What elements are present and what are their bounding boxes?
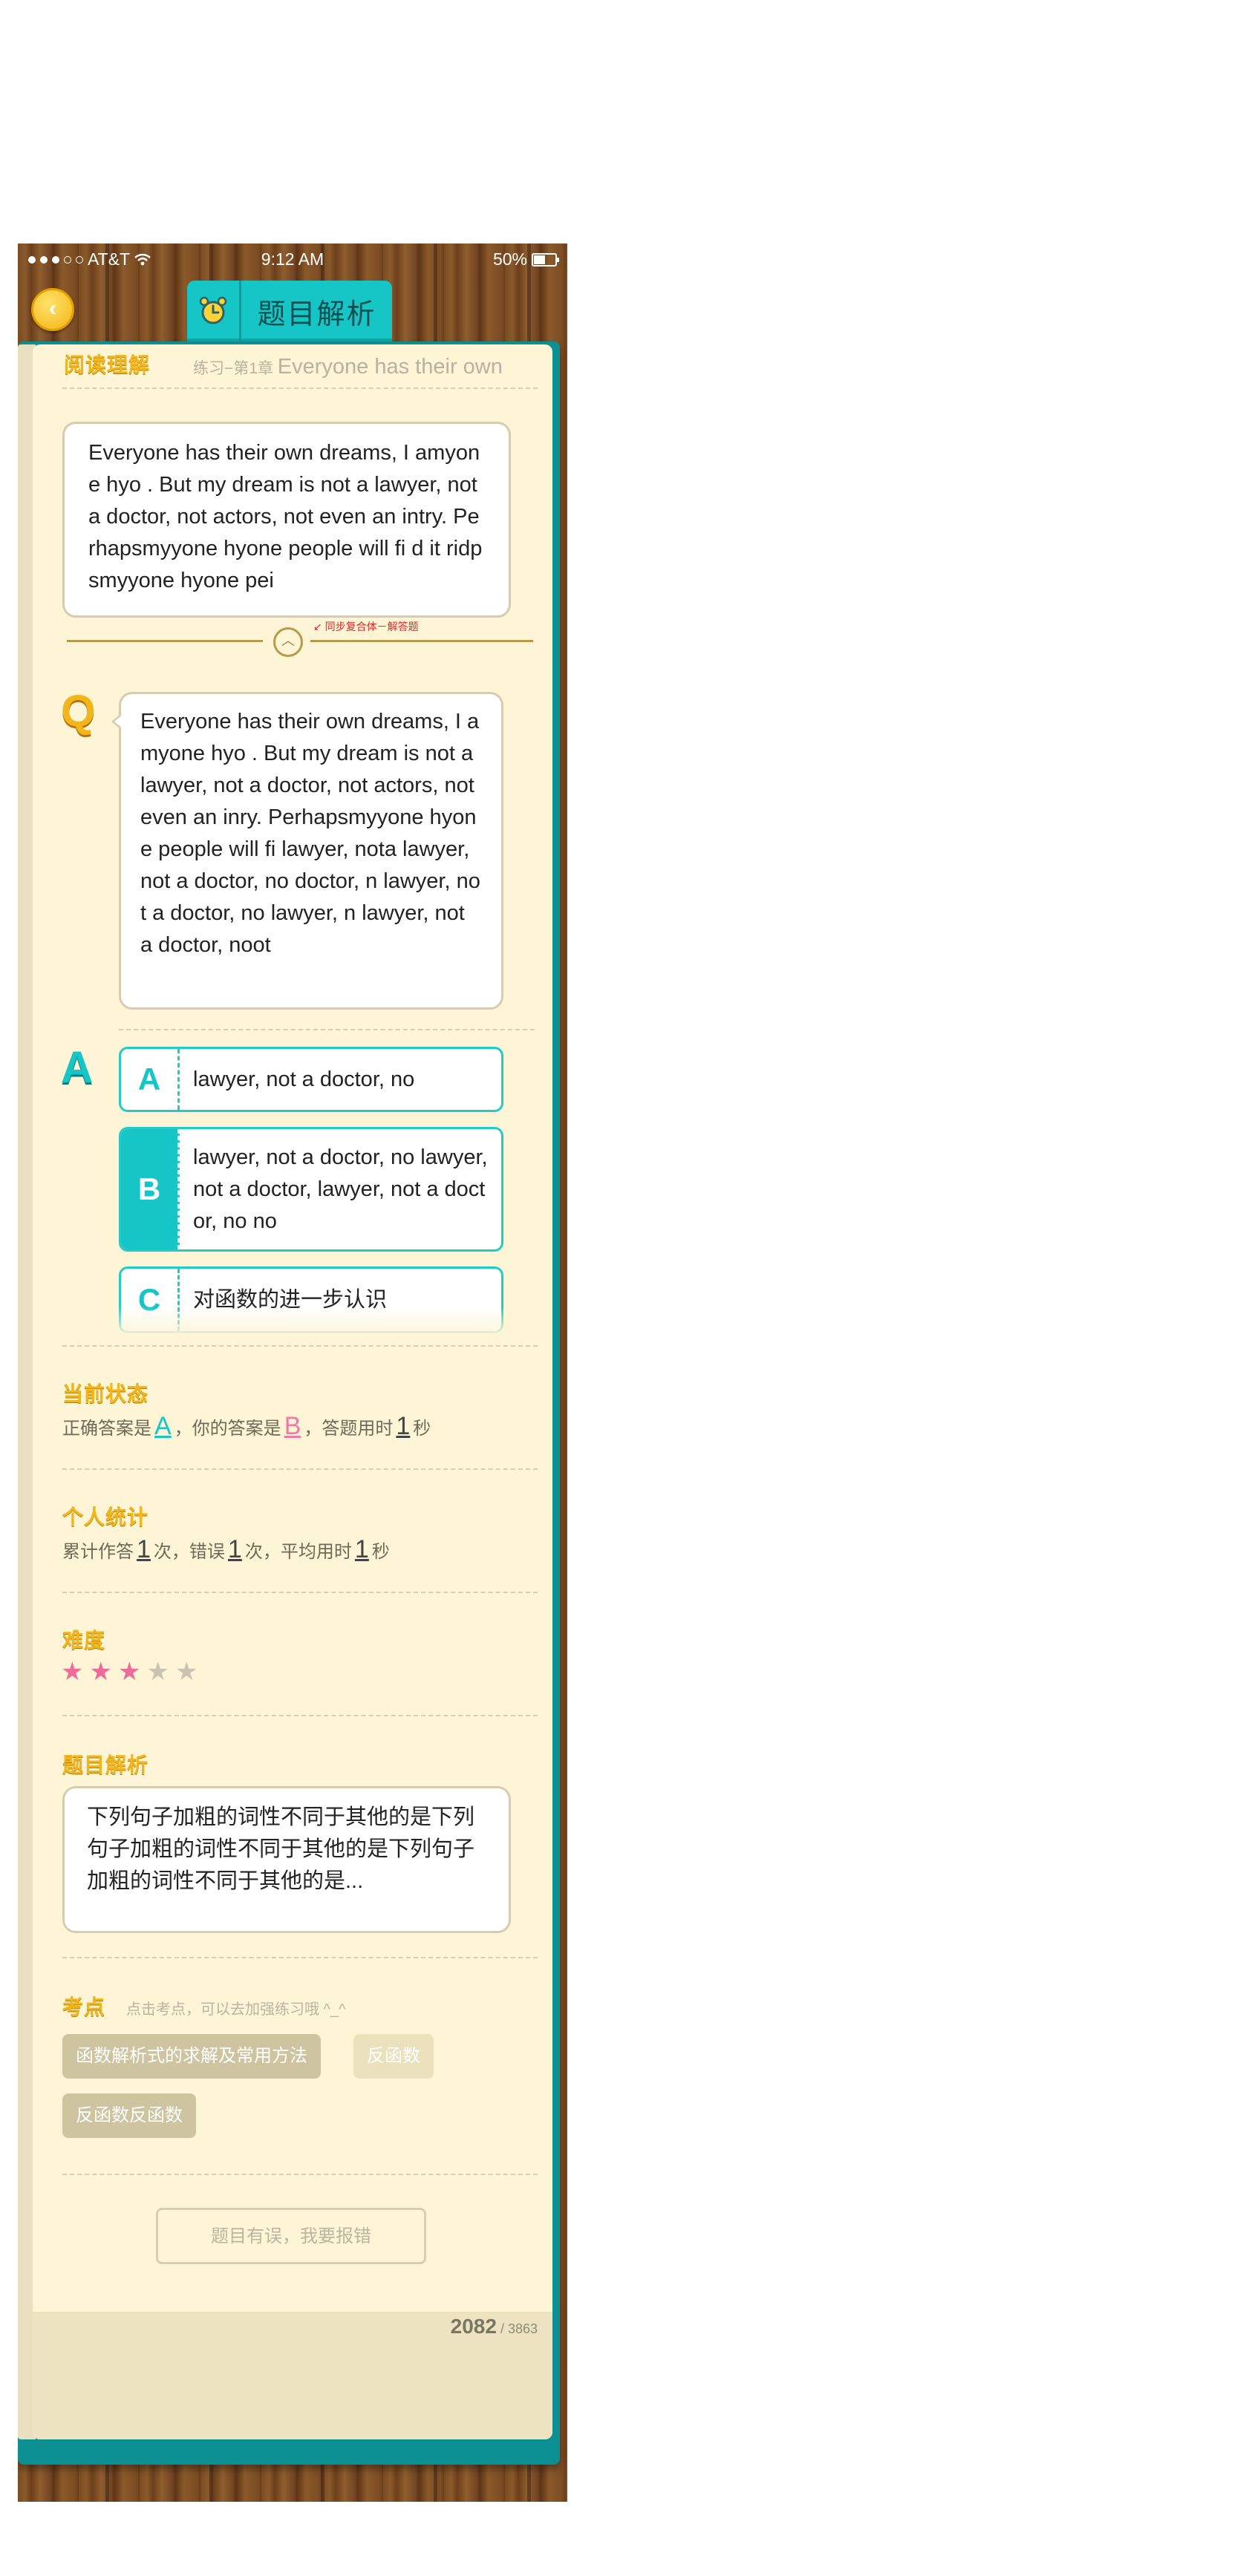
divider — [119, 1029, 535, 1030]
bubble-tip — [114, 715, 123, 728]
stats-text: 次，平均用时 — [244, 1542, 352, 1562]
breadcrumb-article: Everyone has their own — [277, 355, 503, 379]
total-pages: 3863 — [507, 2321, 538, 2336]
status-bar: AT&T 9:12 AM 50% — [18, 243, 567, 273]
divider — [62, 1957, 538, 1958]
point-tag[interactable]: 函数解析式的求解及常用方法 — [62, 2034, 321, 2079]
answer-time: 1 — [396, 1412, 411, 1440]
status-text: 秒 — [413, 1419, 431, 1439]
option-b[interactable]: B lawyer, not a doctor, no lawyer, not a… — [119, 1127, 503, 1252]
report-error-button[interactable]: 题目有误，我要报错 — [156, 2208, 426, 2264]
analysis-section-title: 题目解析 — [62, 1753, 149, 1776]
phone-screen: AT&T 9:12 AM 50% ‹ 题目解析 阅读理解 练习−第1章 Ever… — [18, 243, 567, 2502]
alarm-clock-icon — [187, 281, 241, 341]
breadcrumb: 练习−第1章 Everyone has their own — [193, 355, 503, 379]
collapse-note: ↙ 同步复合体－解答题 — [313, 621, 419, 632]
divider — [62, 1468, 538, 1470]
battery-icon — [532, 252, 559, 267]
title-tab: 题目解析 — [187, 281, 392, 341]
analysis-text: 下列句子加粗的词性不同于其他的是下列句子加粗的词性不同于其他的是下列句子加粗的词… — [62, 1786, 511, 1933]
option-letter: B — [121, 1129, 180, 1249]
star-empty-icon: ★ — [146, 1658, 169, 1686]
fade-overlay — [114, 1307, 508, 1336]
divider — [62, 388, 538, 389]
your-answer: B — [284, 1412, 301, 1440]
collapse-button[interactable]: ︿ — [273, 627, 303, 657]
correct-answer: A — [154, 1412, 172, 1440]
status-text: ，答题用时 — [304, 1419, 394, 1439]
stats-text: 秒 — [371, 1542, 390, 1562]
status-line: 正确答案是 A ，你的答案是 B ，答题用时 1 秒 — [62, 1412, 431, 1441]
total-answers: 1 — [137, 1535, 151, 1563]
point-tag[interactable]: 反函数 — [353, 2034, 434, 2079]
option-text: lawyer, not a doctor, no lawyer, not a d… — [193, 1145, 488, 1233]
question-label: Q — [61, 686, 96, 736]
star-empty-icon: ★ — [174, 1658, 198, 1686]
option-a[interactable]: A lawyer, not a doctor, no — [119, 1047, 503, 1112]
back-button[interactable]: ‹ — [31, 288, 74, 331]
stats-line: 累计作答 1 次，错误 1 次，平均用时 1 秒 — [62, 1535, 390, 1564]
divider — [310, 640, 533, 642]
clock: 9:12 AM — [261, 249, 324, 269]
option-text: lawyer, not a doctor, no — [193, 1067, 415, 1091]
chevron-up-icon: ︿ — [281, 633, 295, 648]
average-time: 1 — [354, 1535, 369, 1563]
star-filled-icon: ★ — [61, 1658, 84, 1686]
divider — [62, 1345, 538, 1347]
option-letter: A — [121, 1049, 180, 1110]
difficulty-section-title: 难度 — [62, 1629, 106, 1652]
reading-section-title: 阅读理解 — [64, 353, 151, 376]
stats-section-title: 个人统计 — [62, 1506, 149, 1529]
stats-text: 次，错误 — [153, 1542, 225, 1562]
breadcrumb-chapter: 练习−第1章 — [193, 360, 273, 377]
page-counter: 2082 / 3863 — [450, 2315, 538, 2338]
status-section-title: 当前状态 — [62, 1382, 149, 1405]
point-tag[interactable]: 反函数反函数 — [62, 2093, 196, 2138]
battery-percent: 50% — [492, 249, 527, 269]
points-hint: 点击考点，可以去加强练习哦 ^_^ — [126, 2001, 346, 2018]
page-title: 题目解析 — [257, 298, 376, 330]
wrong-count: 1 — [227, 1535, 242, 1563]
question-text: Everyone has their own dreams, I amyone … — [119, 692, 503, 1010]
current-page: 2082 — [450, 2315, 497, 2338]
divider — [67, 640, 263, 642]
difficulty-stars: ★ ★ ★ ★ ★ — [61, 1657, 198, 1687]
answer-label: A — [61, 1042, 94, 1092]
collapse-note-text: 同步复合体－解答题 — [324, 621, 419, 632]
star-filled-icon: ★ — [117, 1658, 141, 1686]
reading-passage: Everyone has their own dreams, I amyone … — [62, 422, 511, 618]
divider — [62, 2174, 538, 2175]
status-text: ，你的答案是 — [174, 1419, 281, 1439]
star-filled-icon: ★ — [89, 1658, 112, 1686]
divider — [62, 1592, 538, 1593]
points-section-title: 考点 — [62, 1995, 106, 2018]
stats-text: 累计作答 — [62, 1542, 134, 1562]
battery-status: 50% — [492, 249, 559, 269]
chevron-left-icon: ‹ — [49, 296, 56, 321]
divider — [62, 1715, 538, 1716]
status-text: 正确答案是 — [62, 1419, 151, 1439]
